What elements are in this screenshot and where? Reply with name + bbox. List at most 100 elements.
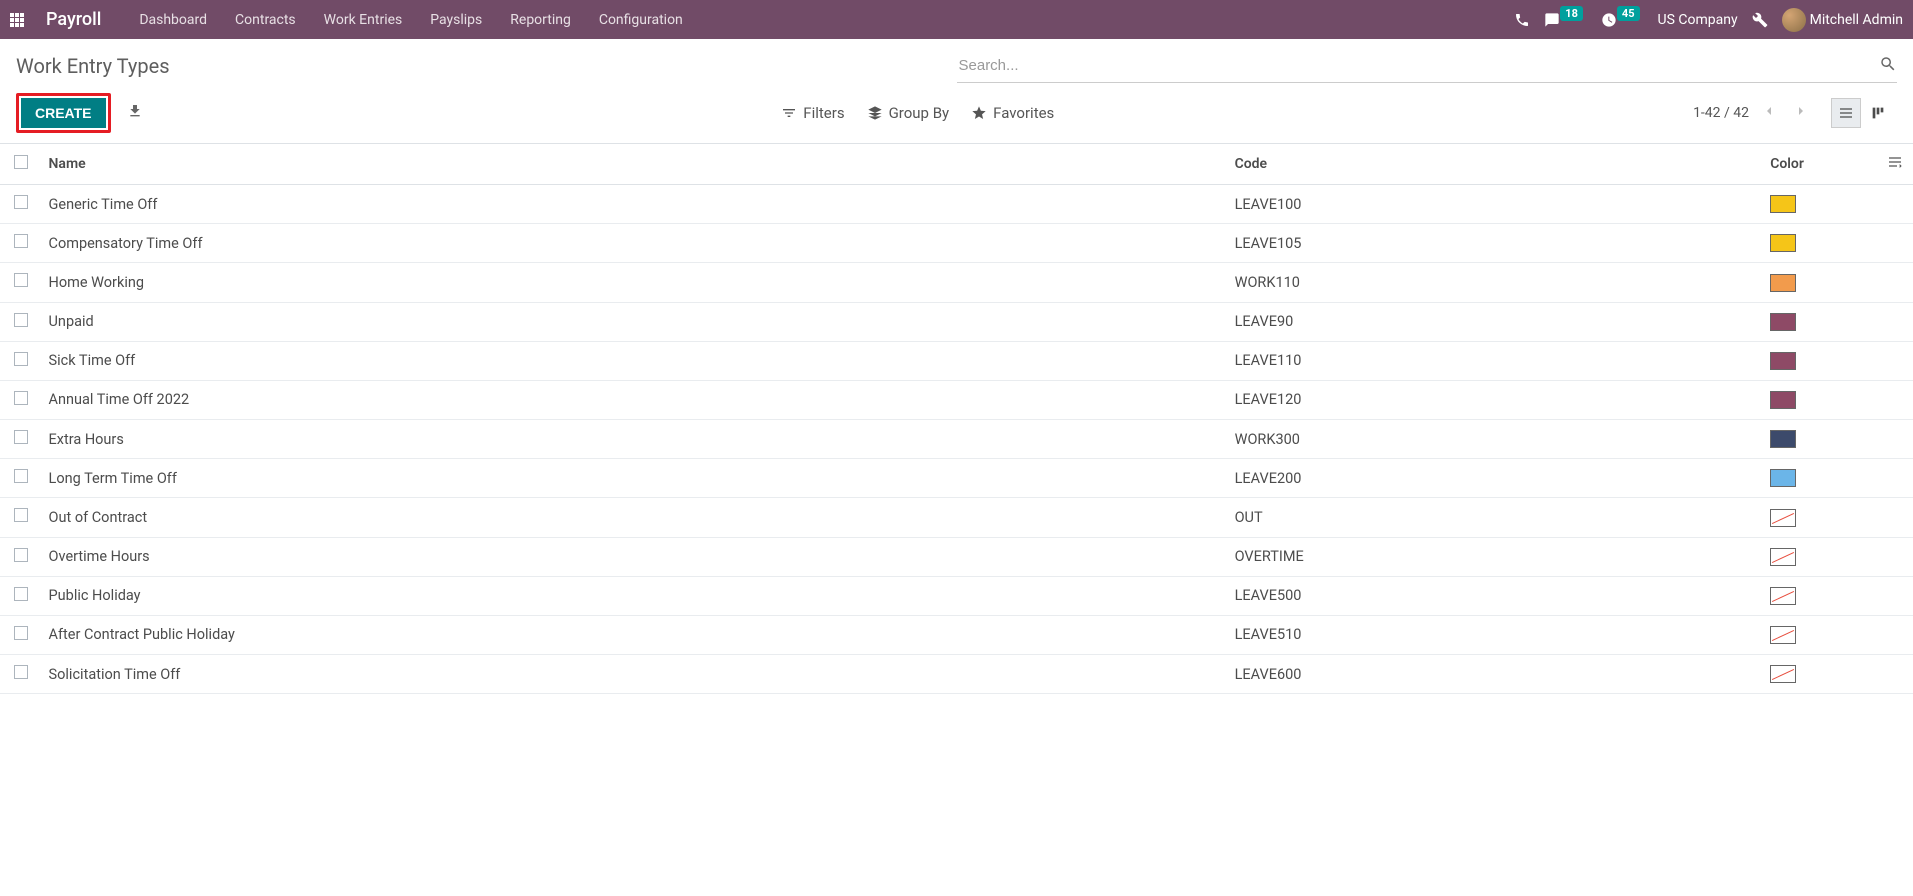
row-checkbox[interactable]	[14, 273, 28, 287]
cell-color[interactable]	[1762, 341, 1877, 380]
search-icon[interactable]	[1879, 55, 1897, 77]
search-bar[interactable]	[957, 49, 1898, 83]
list-view-button[interactable]	[1831, 98, 1861, 128]
row-checkbox[interactable]	[14, 195, 28, 209]
pager-text[interactable]: 1-42 / 42	[1693, 105, 1749, 121]
voip-icon[interactable]	[1514, 12, 1530, 28]
column-color[interactable]: Color	[1762, 144, 1877, 185]
table-row[interactable]: Long Term Time OffLEAVE200	[0, 459, 1913, 498]
activities-icon[interactable]: 45	[1601, 12, 1644, 28]
color-swatch[interactable]	[1770, 195, 1796, 213]
pager-prev-icon[interactable]	[1757, 99, 1781, 127]
nav-contracts[interactable]: Contracts	[223, 4, 308, 36]
cell-color[interactable]	[1762, 185, 1877, 224]
optional-columns-icon[interactable]	[1887, 158, 1903, 174]
user-menu[interactable]: Mitchell Admin	[1782, 8, 1903, 32]
column-code[interactable]: Code	[1227, 144, 1763, 185]
column-name[interactable]: Name	[41, 144, 1227, 185]
import-icon[interactable]	[127, 103, 143, 123]
cell-color[interactable]	[1762, 537, 1877, 576]
debug-icon[interactable]	[1752, 12, 1768, 28]
cell-code[interactable]: LEAVE100	[1227, 185, 1763, 224]
nav-dashboard[interactable]: Dashboard	[127, 4, 219, 36]
nav-reporting[interactable]: Reporting	[498, 4, 583, 36]
cell-name[interactable]: Overtime Hours	[41, 537, 1227, 576]
table-row[interactable]: Annual Time Off 2022LEAVE120	[0, 380, 1913, 419]
cell-color[interactable]	[1762, 459, 1877, 498]
cell-name[interactable]: Sick Time Off	[41, 341, 1227, 380]
cell-code[interactable]: LEAVE200	[1227, 459, 1763, 498]
table-row[interactable]: Solicitation Time OffLEAVE600	[0, 655, 1913, 694]
row-checkbox[interactable]	[14, 313, 28, 327]
cell-name[interactable]: Compensatory Time Off	[41, 224, 1227, 263]
color-swatch[interactable]	[1770, 234, 1796, 252]
favorites-button[interactable]: Favorites	[971, 104, 1054, 122]
color-swatch[interactable]	[1770, 587, 1796, 605]
row-checkbox[interactable]	[14, 626, 28, 640]
cell-name[interactable]: After Contract Public Holiday	[41, 615, 1227, 654]
groupby-button[interactable]: Group By	[867, 104, 950, 122]
row-checkbox[interactable]	[14, 391, 28, 405]
cell-name[interactable]: Solicitation Time Off	[41, 655, 1227, 694]
cell-name[interactable]: Extra Hours	[41, 420, 1227, 459]
cell-code[interactable]: LEAVE120	[1227, 380, 1763, 419]
cell-code[interactable]: LEAVE600	[1227, 655, 1763, 694]
filters-button[interactable]: Filters	[781, 104, 844, 122]
table-row[interactable]: UnpaidLEAVE90	[0, 302, 1913, 341]
table-row[interactable]: Sick Time OffLEAVE110	[0, 341, 1913, 380]
cell-color[interactable]	[1762, 224, 1877, 263]
row-checkbox[interactable]	[14, 469, 28, 483]
cell-name[interactable]: Home Working	[41, 263, 1227, 302]
color-swatch[interactable]	[1770, 391, 1796, 409]
row-checkbox[interactable]	[14, 548, 28, 562]
cell-code[interactable]: LEAVE105	[1227, 224, 1763, 263]
row-checkbox[interactable]	[14, 665, 28, 679]
cell-code[interactable]: LEAVE500	[1227, 576, 1763, 615]
color-swatch[interactable]	[1770, 626, 1796, 644]
cell-code[interactable]: LEAVE110	[1227, 341, 1763, 380]
cell-code[interactable]: LEAVE90	[1227, 302, 1763, 341]
cell-color[interactable]	[1762, 498, 1877, 537]
table-row[interactable]: Extra HoursWORK300	[0, 420, 1913, 459]
table-row[interactable]: Out of ContractOUT	[0, 498, 1913, 537]
color-swatch[interactable]	[1770, 274, 1796, 292]
cell-name[interactable]: Out of Contract	[41, 498, 1227, 537]
cell-code[interactable]: OVERTIME	[1227, 537, 1763, 576]
cell-color[interactable]	[1762, 302, 1877, 341]
nav-work-entries[interactable]: Work Entries	[312, 4, 415, 36]
cell-code[interactable]: OUT	[1227, 498, 1763, 537]
cell-color[interactable]	[1762, 263, 1877, 302]
row-checkbox[interactable]	[14, 587, 28, 601]
cell-code[interactable]: LEAVE510	[1227, 615, 1763, 654]
row-checkbox[interactable]	[14, 430, 28, 444]
table-row[interactable]: Compensatory Time OffLEAVE105	[0, 224, 1913, 263]
color-swatch[interactable]	[1770, 313, 1796, 331]
cell-code[interactable]: WORK300	[1227, 420, 1763, 459]
color-swatch[interactable]	[1770, 469, 1796, 487]
cell-color[interactable]	[1762, 655, 1877, 694]
kanban-view-button[interactable]	[1863, 98, 1893, 128]
row-checkbox[interactable]	[14, 508, 28, 522]
color-swatch[interactable]	[1770, 430, 1796, 448]
color-swatch[interactable]	[1770, 509, 1796, 527]
cell-name[interactable]: Long Term Time Off	[41, 459, 1227, 498]
messages-icon[interactable]: 18	[1544, 12, 1587, 28]
apps-menu-icon[interactable]	[10, 11, 28, 29]
pager-next-icon[interactable]	[1789, 99, 1813, 127]
company-switcher[interactable]: US Company	[1658, 12, 1738, 28]
create-button[interactable]: CREATE	[21, 98, 106, 128]
cell-name[interactable]: Unpaid	[41, 302, 1227, 341]
row-checkbox[interactable]	[14, 352, 28, 366]
table-row[interactable]: Generic Time OffLEAVE100	[0, 185, 1913, 224]
cell-name[interactable]: Annual Time Off 2022	[41, 380, 1227, 419]
cell-color[interactable]	[1762, 615, 1877, 654]
nav-configuration[interactable]: Configuration	[587, 4, 695, 36]
cell-name[interactable]: Generic Time Off	[41, 185, 1227, 224]
nav-payslips[interactable]: Payslips	[418, 4, 494, 36]
table-row[interactable]: Home WorkingWORK110	[0, 263, 1913, 302]
color-swatch[interactable]	[1770, 665, 1796, 683]
table-row[interactable]: Overtime HoursOVERTIME	[0, 537, 1913, 576]
cell-name[interactable]: Public Holiday	[41, 576, 1227, 615]
select-all-checkbox[interactable]	[14, 155, 28, 169]
color-swatch[interactable]	[1770, 548, 1796, 566]
